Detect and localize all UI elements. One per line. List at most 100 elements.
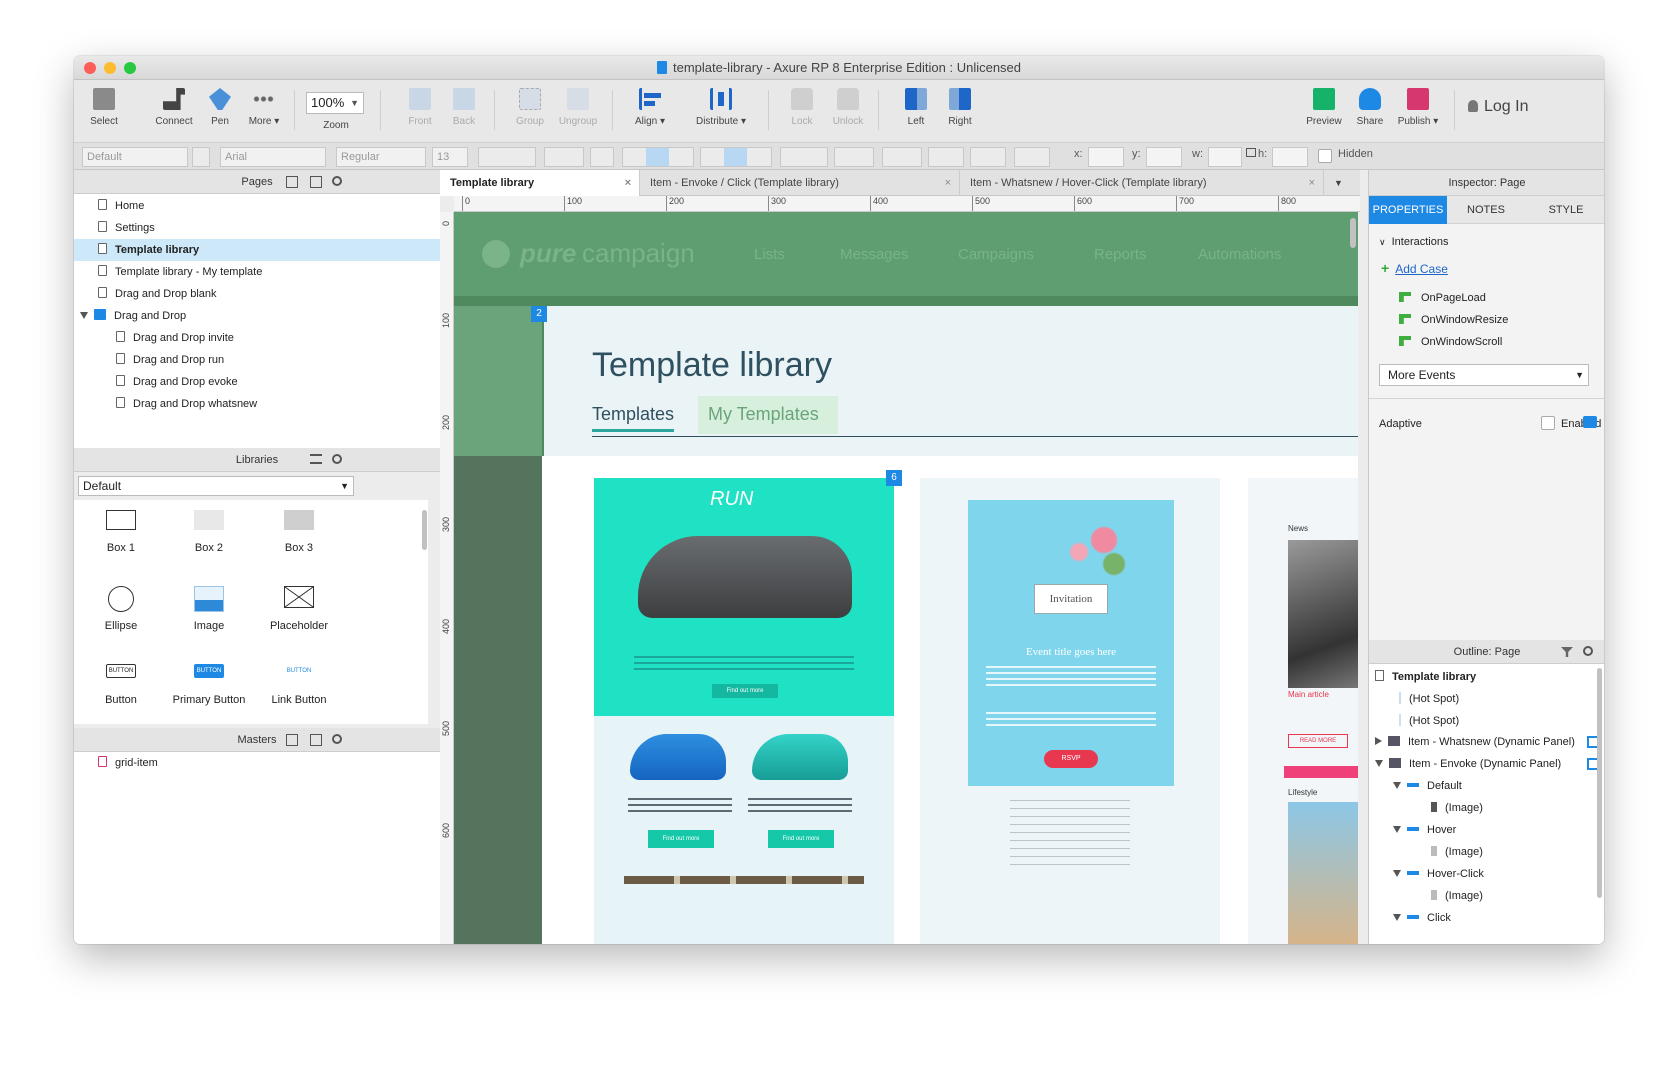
widget-box1[interactable]: Box 1 [78,510,164,554]
page-item-settings[interactable]: Settings [74,217,440,239]
publish-button[interactable]: Publish ▾ [1388,88,1448,127]
format-painter-icon[interactable] [192,147,210,167]
fill-color-button[interactable] [780,147,828,167]
collapse-icon[interactable] [1393,782,1401,789]
master-item-grid-item[interactable]: grid-item [74,752,440,774]
outline-state-hover[interactable]: Hover [1393,824,1456,836]
page-item-drag-drop-whatsnew[interactable]: Drag and Drop whatsnew [74,393,440,415]
tab-whatsnew-hover-click[interactable]: Item - Whatsnew / Hover-Click (Template … [960,170,1324,196]
w-input[interactable] [1208,147,1242,167]
canvas-scrollbar[interactable] [1350,218,1356,248]
bold-italic-underline-buttons[interactable] [478,147,536,167]
line-style-button[interactable] [970,147,1006,167]
widget-link-button[interactable]: BUTTON Link Button [256,664,342,706]
outline-page[interactable]: Template library [1375,670,1476,683]
collapse-icon[interactable] [1375,760,1383,767]
line-width-button[interactable] [928,147,964,167]
page-item-drag-drop-blank[interactable]: Drag and Drop blank [74,283,440,305]
expand-icon[interactable] [80,312,88,319]
outline-image[interactable]: (Image) [1431,890,1483,902]
zoom-select[interactable]: 100% ▼ [306,92,364,114]
page-item-home[interactable]: Home [74,195,440,217]
close-tab-icon[interactable]: × [945,170,951,196]
widget-primary-button[interactable]: BUTTON Primary Button [166,664,252,706]
zoom-window-button[interactable] [124,62,136,74]
unlock-button[interactable]: Unlock [818,88,878,127]
bullets-button[interactable] [590,147,614,167]
widget-button[interactable]: BUTTON Button [78,664,164,706]
distribute-button[interactable]: Distribute ▾ [686,88,756,127]
outline-hotspot[interactable]: (Hot Spot) [1399,714,1459,727]
arrow-style-button[interactable] [1014,147,1050,167]
add-master-icon[interactable] [286,734,298,746]
outline-image[interactable]: (Image) [1431,802,1483,814]
outline-image[interactable]: (Image) [1431,846,1483,858]
collapse-icon[interactable] [1393,826,1401,833]
library-select[interactable]: Default ▼ [78,476,354,496]
style-select[interactable]: Default [82,147,188,167]
widget-box3[interactable]: Box 3 [256,510,342,554]
add-case-link[interactable]: + Add Case [1381,260,1448,276]
x-input[interactable] [1088,147,1124,167]
expand-icon[interactable] [1375,737,1382,745]
close-tab-icon[interactable]: × [625,170,631,196]
find-out-more-button[interactable]: Find out more [648,830,714,848]
more-tools-button[interactable]: More ▾ [234,88,294,127]
y-input[interactable] [1146,147,1182,167]
design-canvas[interactable]: pure campaign Lists Messages Campaigns R… [454,212,1358,944]
page-item-drag-drop-run[interactable]: Drag and Drop run [74,349,440,371]
rsvp-button[interactable]: RSVP [1044,750,1098,768]
tab-properties[interactable]: PROPERTIES [1369,196,1447,224]
search-icon[interactable] [332,454,342,464]
outline-item-envoke[interactable]: Item - Envoke (Dynamic Panel) [1375,758,1561,770]
collapse-icon[interactable] [1393,870,1401,877]
search-icon[interactable] [332,176,342,186]
align-button[interactable]: Align ▾ [620,88,680,127]
library-scrollbar[interactable] [422,510,427,550]
tab-templates[interactable]: Templates [592,404,675,432]
ungroup-button[interactable]: Ungroup [548,88,608,127]
page-item-template-library-my-template[interactable]: Template library - My template [74,261,440,283]
add-page-icon[interactable] [286,176,298,188]
template-card-run[interactable]: RUN Find out more Find out more Find out… [594,478,894,944]
tab-template-library[interactable]: Template library × [440,170,640,196]
nav-lists[interactable]: Lists [754,246,785,263]
font-select[interactable]: Arial [220,147,326,167]
event-onwindowscroll[interactable]: OnWindowScroll [1399,336,1502,348]
tab-my-templates[interactable]: My Templates [708,404,819,425]
text-align-buttons[interactable] [622,147,694,167]
tabs-overflow-button[interactable]: ▼ [1324,170,1360,196]
widget-placeholder[interactable]: Placeholder [256,586,342,632]
nav-messages[interactable]: Messages [840,246,908,263]
vertical-align-buttons[interactable] [700,147,772,167]
outline-state-click[interactable]: Click [1393,912,1451,924]
template-card-invite[interactable]: Invitation Event title goes here RSVP [920,478,1220,944]
menu-icon[interactable] [310,454,322,464]
search-icon[interactable] [1583,646,1593,656]
font-size-select[interactable]: 13 [432,147,468,167]
close-tab-icon[interactable]: × [1309,170,1315,196]
select-tool[interactable]: Select [74,88,134,127]
weight-select[interactable]: Regular [336,147,426,167]
login-button[interactable]: Log In [1468,98,1528,116]
back-button[interactable]: Back [434,88,494,127]
event-onpageload[interactable]: OnPageLoad [1399,292,1486,304]
tab-envoke-click[interactable]: Item - Envoke / Click (Template library)… [640,170,960,196]
page-item-drag-drop-invite[interactable]: Drag and Drop invite [74,327,440,349]
find-out-more-button[interactable]: Find out more [712,684,778,698]
outline-hotspot[interactable]: (Hot Spot) [1399,692,1459,705]
line-color-button[interactable] [882,147,922,167]
page-item-template-library[interactable]: Template library [74,239,440,261]
font-color-button[interactable] [544,147,584,167]
shadow-button[interactable] [834,147,874,167]
widget-ellipse[interactable]: Ellipse [78,586,164,632]
event-onwindowresize[interactable]: OnWindowResize [1399,314,1508,326]
minimize-window-button[interactable] [104,62,116,74]
interactions-section[interactable]: ∨ Interactions [1379,236,1448,248]
h-input[interactable] [1272,147,1308,167]
hidden-checkbox[interactable] [1318,149,1332,163]
folder-drag-drop[interactable]: Drag and Drop [74,305,440,327]
read-more-button[interactable]: READ MORE [1288,734,1348,748]
nav-automations[interactable]: Automations [1198,246,1281,263]
more-events-select[interactable]: More Events ▼ [1379,364,1589,386]
